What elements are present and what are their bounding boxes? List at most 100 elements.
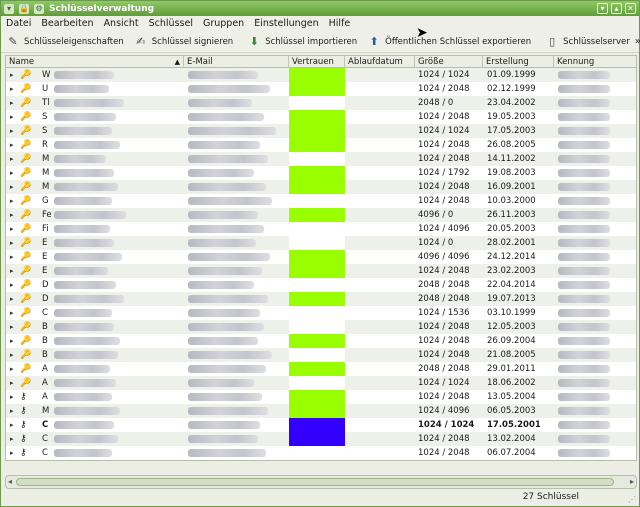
table-row[interactable]: ▸ ⚷ A 1024 / 2048 13.05.2004 xyxy=(6,390,636,404)
table-row[interactable]: ▸ ⚷ C 1024 / 2048 06.07.2004 xyxy=(6,446,636,460)
expand-arrow-icon[interactable]: ▸ xyxy=(10,152,14,166)
table-row[interactable]: ▸ ⚷ C 1024 / 2048 13.02.2004 xyxy=(6,432,636,446)
menu-ansicht[interactable]: Ansicht xyxy=(99,18,144,29)
expand-arrow-icon[interactable]: ▸ xyxy=(10,432,14,446)
expand-arrow-icon[interactable]: ▸ xyxy=(10,208,14,222)
table-row[interactable]: ▸ ⚷ M 1024 / 4096 06.05.2003 xyxy=(6,404,636,418)
table-row[interactable]: ▸ ⚷ C 1024 / 1024 17.05.2001 xyxy=(6,418,636,432)
scroll-left-icon[interactable]: ◂ xyxy=(8,476,12,488)
menu-datei[interactable]: Datei xyxy=(1,18,36,29)
public-key-icon: 🔑 xyxy=(20,98,32,108)
expand-arrow-icon[interactable]: ▸ xyxy=(10,278,14,292)
table-row[interactable]: ▸ 🔑 C 1024 / 1536 03.10.1999 xyxy=(6,306,636,320)
title-bar[interactable]: ▾ 🔒 ⚙ Schlüsselverwaltung ▾ ▴ ✕ xyxy=(1,1,639,16)
scrollbar-thumb[interactable] xyxy=(16,478,614,486)
trust-indicator xyxy=(289,152,345,166)
table-row[interactable]: ▸ 🔑 Fe 4096 / 0 26.11.2003 xyxy=(6,208,636,222)
table-row[interactable]: ▸ 🔑 S 1024 / 1024 17.05.2003 xyxy=(6,124,636,138)
table-row[interactable]: ▸ 🔑 Fi 1024 / 4096 20.05.2003 xyxy=(6,222,636,236)
column-header-email[interactable]: E-Mail xyxy=(184,56,289,68)
expand-arrow-icon[interactable]: ▸ xyxy=(10,264,14,278)
column-header-created[interactable]: Erstellung xyxy=(483,56,554,68)
expand-arrow-icon[interactable]: ▸ xyxy=(10,334,14,348)
table-row[interactable]: ▸ 🔑 E 1024 / 0 28.02.2001 xyxy=(6,236,636,250)
column-header-trust[interactable]: Vertrauen xyxy=(289,56,345,68)
public-key-icon: 🔑 xyxy=(20,252,32,262)
expand-arrow-icon[interactable]: ▸ xyxy=(10,362,14,376)
table-row[interactable]: ▸ 🔑 D 2048 / 2048 19.07.2013 xyxy=(6,292,636,306)
resize-grip-icon[interactable]: ⋰ xyxy=(628,495,636,504)
table-row[interactable]: ▸ 🔑 R 1024 / 2048 26.08.2005 xyxy=(6,138,636,152)
table-row[interactable]: ▸ 🔑 B 1024 / 2048 26.09.2004 xyxy=(6,334,636,348)
column-header-expiry[interactable]: Ablaufdatum xyxy=(345,56,415,68)
expand-arrow-icon[interactable]: ▸ xyxy=(10,236,14,250)
expand-arrow-icon[interactable]: ▸ xyxy=(10,166,14,180)
table-row[interactable]: ▸ 🔑 S 1024 / 2048 19.05.2003 xyxy=(6,110,636,124)
table-row[interactable]: ▸ 🔑 Tl 2048 / 0 23.04.2002 xyxy=(6,96,636,110)
redacted-name xyxy=(54,449,112,457)
table-row[interactable]: ▸ 🔑 E 4096 / 4096 24.12.2014 xyxy=(6,250,636,264)
column-header-size[interactable]: Größe xyxy=(415,56,483,68)
expand-arrow-icon[interactable]: ▸ xyxy=(10,418,14,432)
column-header-name[interactable]: Name ▲ xyxy=(6,56,184,68)
expand-arrow-icon[interactable]: ▸ xyxy=(10,138,14,152)
maximize-icon[interactable]: ▴ xyxy=(611,3,622,14)
expand-arrow-icon[interactable]: ▸ xyxy=(10,250,14,264)
table-row[interactable]: ▸ 🔑 B 1024 / 2048 21.08.2005 xyxy=(6,348,636,362)
export-public-key-button[interactable]: ⬆ Öffentlichen Schlüssel exportieren xyxy=(362,32,536,52)
redacted-name xyxy=(54,351,118,359)
table-row[interactable]: ▸ 🔑 B 1024 / 2048 12.05.2003 xyxy=(6,320,636,334)
sign-key-button[interactable]: ✍ Schlüssel signieren xyxy=(129,32,238,52)
table-row[interactable]: ▸ 🔑 A 2048 / 2048 29.01.2011 xyxy=(6,362,636,376)
expand-arrow-icon[interactable]: ▸ xyxy=(10,96,14,110)
keyserver-button[interactable]: ▯ Schlüsselserver xyxy=(540,32,635,52)
redacted-name xyxy=(54,435,118,443)
expand-arrow-icon[interactable]: ▸ xyxy=(10,390,14,404)
close-icon[interactable]: ✕ xyxy=(625,3,636,14)
table-row[interactable]: ▸ 🔑 A 1024 / 1024 18.06.2002 xyxy=(6,376,636,390)
public-key-icon: 🔑 xyxy=(20,266,32,276)
table-row[interactable]: ▸ 🔑 M 1024 / 2048 14.11.2002 xyxy=(6,152,636,166)
redacted-name xyxy=(54,407,120,415)
table-row[interactable]: ▸ 🔑 E 1024 / 2048 23.02.2003 xyxy=(6,264,636,278)
expand-arrow-icon[interactable]: ▸ xyxy=(10,110,14,124)
menu-bearbeiten[interactable]: Bearbeiten xyxy=(36,18,98,29)
expand-arrow-icon[interactable]: ▸ xyxy=(10,292,14,306)
expand-arrow-icon[interactable]: ▸ xyxy=(10,446,14,460)
scroll-right-icon[interactable]: ▸ xyxy=(630,476,634,488)
expand-arrow-icon[interactable]: ▸ xyxy=(10,180,14,194)
table-row[interactable]: ▸ 🔑 M 1024 / 2048 16.09.2001 xyxy=(6,180,636,194)
expand-arrow-icon[interactable]: ▸ xyxy=(10,404,14,418)
table-row[interactable]: ▸ 🔑 D 2048 / 2048 22.04.2014 xyxy=(6,278,636,292)
table-row[interactable]: ▸ 🔑 U 1024 / 2048 02.12.1999 xyxy=(6,82,636,96)
menu-einstellungen[interactable]: Einstellungen xyxy=(249,18,323,29)
created-date-cell: 19.08.2003 xyxy=(487,168,536,178)
trust-indicator xyxy=(289,334,345,348)
export-public-key-label: Öffentlichen Schlüssel exportieren xyxy=(385,36,532,47)
table-row[interactable]: ▸ 🔑 G 1024 / 2048 10.03.2000 xyxy=(6,194,636,208)
expand-arrow-icon[interactable]: ▸ xyxy=(10,82,14,96)
minimize-icon[interactable]: ▾ xyxy=(597,3,608,14)
key-name-cell: C xyxy=(42,308,48,318)
expand-arrow-icon[interactable]: ▸ xyxy=(10,376,14,390)
expand-arrow-icon[interactable]: ▸ xyxy=(10,306,14,320)
expand-arrow-icon[interactable]: ▸ xyxy=(10,348,14,362)
table-row[interactable]: ▸ 🔑 W 1024 / 1024 01.09.1999 xyxy=(6,68,636,82)
horizontal-scrollbar[interactable]: ◂ ▸ xyxy=(5,475,637,489)
expand-arrow-icon[interactable]: ▸ xyxy=(10,222,14,236)
public-key-icon: 🔑 xyxy=(20,308,32,318)
toolbar-overflow-button[interactable]: » xyxy=(635,36,640,47)
menu-gruppen[interactable]: Gruppen xyxy=(198,18,249,29)
expand-arrow-icon[interactable]: ▸ xyxy=(10,124,14,138)
key-properties-button[interactable]: ✎ Schlüsseleigenschaften xyxy=(1,32,129,52)
expand-arrow-icon[interactable]: ▸ xyxy=(10,320,14,334)
menu-schluessel[interactable]: Schlüssel xyxy=(144,18,198,29)
table-row[interactable]: ▸ 🔑 M 1024 / 1792 19.08.2003 xyxy=(6,166,636,180)
import-key-button[interactable]: ⬇ Schlüssel importieren xyxy=(242,32,362,52)
key-size-cell: 2048 / 0 xyxy=(418,98,454,108)
settings-icon[interactable]: ⚙ xyxy=(34,3,44,14)
expand-arrow-icon[interactable]: ▸ xyxy=(10,194,14,208)
menu-hilfe[interactable]: Hilfe xyxy=(324,18,356,29)
expand-arrow-icon[interactable]: ▸ xyxy=(10,68,14,82)
column-header-id[interactable]: Kennung xyxy=(554,56,636,68)
